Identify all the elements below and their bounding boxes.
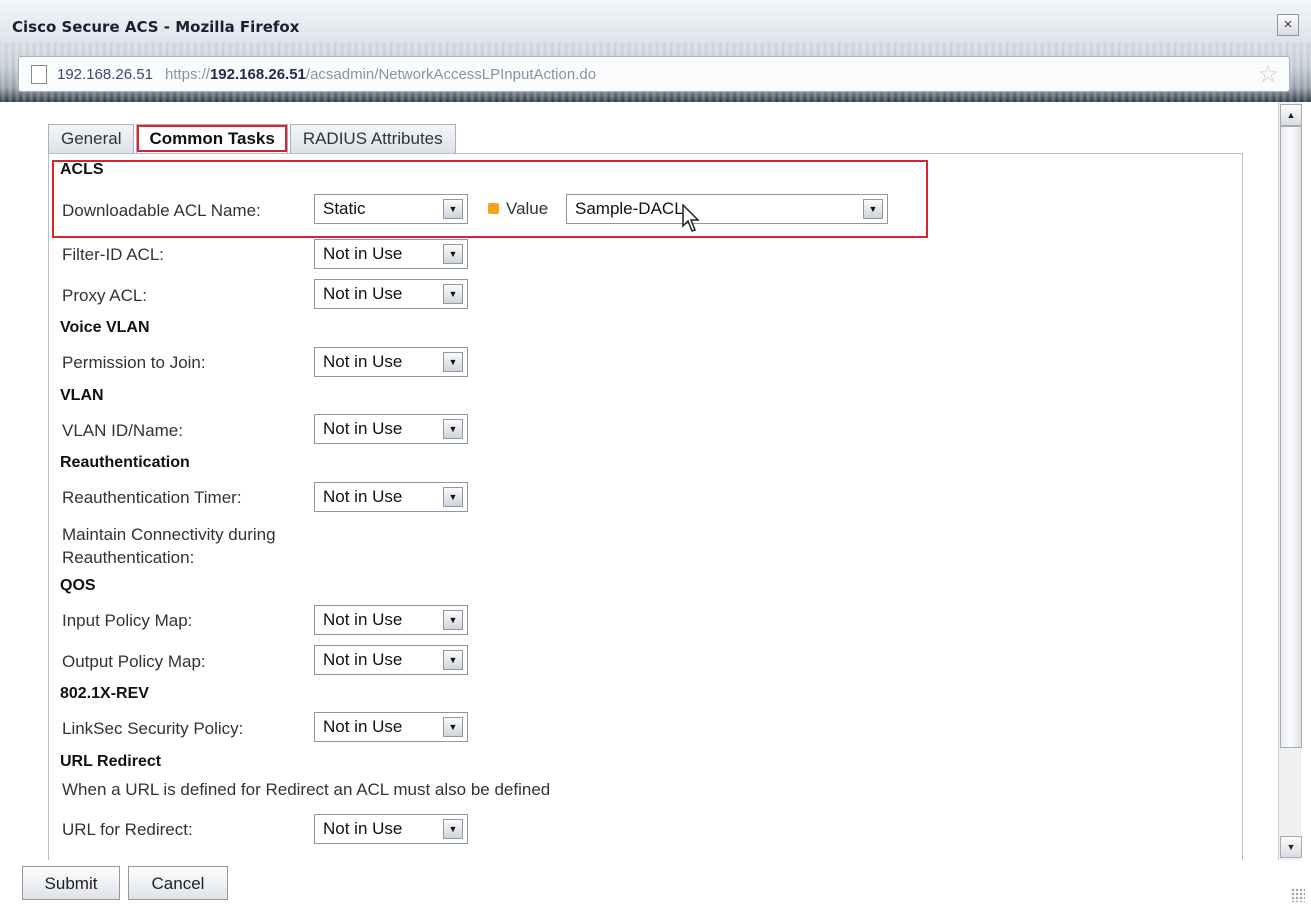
dacl-select-value: Static xyxy=(323,199,366,218)
submit-button[interactable]: Submit xyxy=(22,866,120,900)
url-redirect-note: When a URL is defined for Redirect an AC… xyxy=(62,780,551,799)
tab-strip: General Common Tasks RADIUS Attributes xyxy=(48,124,458,154)
close-window-button[interactable]: × xyxy=(1277,14,1299,36)
chevron-down-icon: ▼ xyxy=(443,819,463,839)
maintain-connectivity-label: Maintain Connectivity during Reauthentic… xyxy=(62,525,276,567)
linksec-policy-value: Not in Use xyxy=(323,717,403,736)
chevron-down-icon: ▼ xyxy=(443,352,463,372)
proxy-acl-value: Not in Use xyxy=(323,284,403,303)
output-policy-map-select[interactable]: Not in Use ▼ xyxy=(314,645,468,675)
input-policy-map-select[interactable]: Not in Use ▼ xyxy=(314,605,468,635)
permission-to-join-label: Permission to Join: xyxy=(62,353,206,372)
input-policy-map-label: Input Policy Map: xyxy=(62,611,193,630)
section-acls: ACLS xyxy=(60,161,104,178)
scroll-up-icon[interactable]: ▲ xyxy=(1280,104,1302,126)
vlan-id-name-select[interactable]: Not in Use ▼ xyxy=(314,414,468,444)
site-host: 192.168.26.51 xyxy=(57,65,153,83)
section-url-redirect: URL Redirect xyxy=(60,753,162,770)
output-policy-map-value: Not in Use xyxy=(323,650,403,669)
close-icon: × xyxy=(1283,16,1293,33)
chevron-down-icon: ▼ xyxy=(443,199,463,219)
tab-common-tasks[interactable]: Common Tasks xyxy=(136,124,288,153)
proxy-acl-label: Proxy ACL: xyxy=(62,286,148,305)
bookmark-star-icon[interactable]: ☆ xyxy=(1257,60,1279,89)
dacl-value-select-value: Sample-DACL xyxy=(575,199,684,218)
tab-general[interactable]: General xyxy=(48,124,135,153)
vlan-id-name-label: VLAN ID/Name: xyxy=(62,421,183,440)
chevron-down-icon: ▼ xyxy=(443,717,463,737)
resize-grip-icon[interactable] xyxy=(1291,888,1305,902)
proxy-acl-select[interactable]: Not in Use ▼ xyxy=(314,279,468,309)
output-policy-map-label: Output Policy Map: xyxy=(62,652,206,671)
window-title: Cisco Secure ACS - Mozilla Firefox xyxy=(12,18,300,36)
address-band: 192.168.26.51 https://192.168.26.51/acsa… xyxy=(0,42,1311,102)
url-for-redirect-value: Not in Use xyxy=(323,819,403,838)
reauth-timer-label: Reauthentication Timer: xyxy=(62,488,242,507)
reauth-timer-value: Not in Use xyxy=(323,487,403,506)
dacl-label: Downloadable ACL Name: xyxy=(62,201,261,220)
section-reauthentication: Reauthentication xyxy=(60,454,190,471)
chevron-down-icon: ▼ xyxy=(443,284,463,304)
chevron-down-icon: ▼ xyxy=(443,419,463,439)
url-for-redirect-select[interactable]: Not in Use ▼ xyxy=(314,814,468,844)
vlan-id-name-value: Not in Use xyxy=(323,419,403,438)
url-for-redirect-label: URL for Redirect: xyxy=(62,820,193,839)
chevron-down-icon: ▼ xyxy=(443,650,463,670)
reauth-timer-select[interactable]: Not in Use ▼ xyxy=(314,482,468,512)
chevron-down-icon: ▼ xyxy=(443,487,463,507)
chevron-down-icon: ▼ xyxy=(443,244,463,264)
address-bar[interactable]: 192.168.26.51 https://192.168.26.51/acsa… xyxy=(18,56,1290,92)
chevron-down-icon: ▼ xyxy=(863,199,883,219)
mouse-pointer-icon xyxy=(682,204,700,232)
url-text[interactable]: https://192.168.26.51/acsadmin/NetworkAc… xyxy=(165,66,596,83)
dacl-value-select[interactable]: Sample-DACL ▼ xyxy=(566,194,888,224)
filter-id-acl-select[interactable]: Not in Use ▼ xyxy=(314,239,468,269)
required-indicator-icon xyxy=(488,203,499,214)
section-voice-vlan: Voice VLAN xyxy=(60,319,150,336)
permission-to-join-select[interactable]: Not in Use ▼ xyxy=(314,347,468,377)
common-tasks-panel xyxy=(48,153,1243,875)
vertical-scrollbar[interactable]: ▲ ▼ xyxy=(1278,102,1302,860)
filter-id-acl-label: Filter-ID ACL: xyxy=(62,245,165,264)
scrollbar-thumb[interactable] xyxy=(1280,126,1302,748)
scroll-down-icon[interactable]: ▼ xyxy=(1280,836,1302,858)
chevron-down-icon: ▼ xyxy=(443,610,463,630)
filter-id-acl-value: Not in Use xyxy=(323,244,403,263)
cancel-button[interactable]: Cancel xyxy=(128,866,228,900)
permission-to-join-value: Not in Use xyxy=(323,352,403,371)
linksec-policy-label: LinkSec Security Policy: xyxy=(62,719,244,738)
dacl-value-label: Value xyxy=(506,199,549,218)
section-qos: QOS xyxy=(60,577,96,594)
section-802-1x-rev: 802.1X-REV xyxy=(60,685,149,702)
dacl-select[interactable]: Static ▼ xyxy=(314,194,468,224)
linksec-policy-select[interactable]: Not in Use ▼ xyxy=(314,712,468,742)
window-titlebar: Cisco Secure ACS - Mozilla Firefox × xyxy=(0,0,1311,42)
input-policy-map-value: Not in Use xyxy=(323,610,403,629)
tab-radius-attributes[interactable]: RADIUS Attributes xyxy=(289,124,456,153)
section-vlan: VLAN xyxy=(60,387,104,404)
page-icon xyxy=(31,64,47,84)
